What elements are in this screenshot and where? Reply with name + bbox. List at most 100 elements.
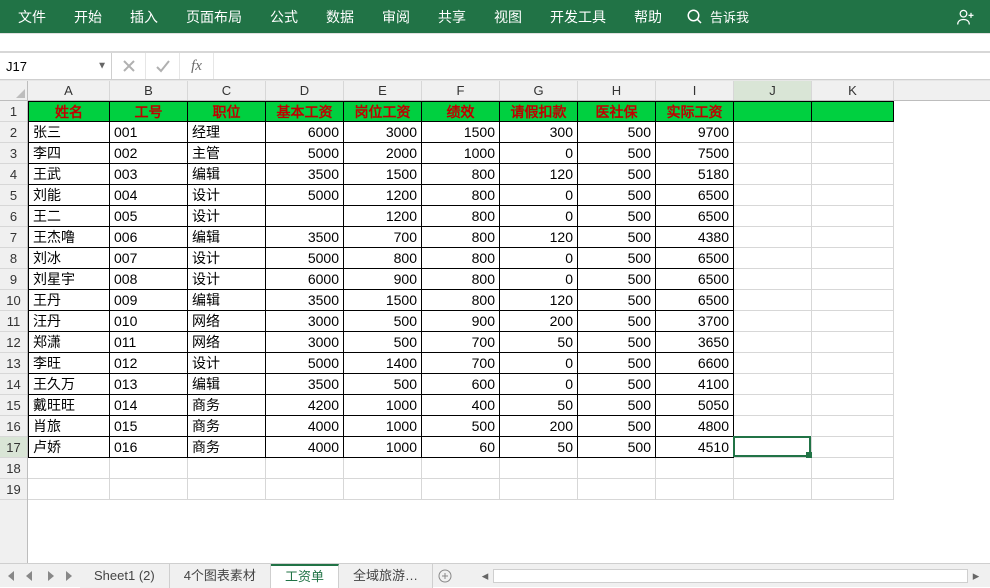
cell[interactable]: 设计 <box>188 185 266 206</box>
cell[interactable] <box>812 164 894 185</box>
row-header-11[interactable]: 11 <box>0 311 27 332</box>
cell[interactable]: 设计 <box>188 353 266 374</box>
cell[interactable] <box>422 458 500 479</box>
column-header-D[interactable]: D <box>266 81 344 100</box>
cell[interactable]: 经理 <box>188 122 266 143</box>
cell[interactable]: 0 <box>500 353 578 374</box>
column-header-A[interactable]: A <box>28 81 110 100</box>
row-header-10[interactable]: 10 <box>0 290 27 311</box>
cell[interactable]: 900 <box>344 269 422 290</box>
cell[interactable] <box>734 479 812 500</box>
cell[interactable]: 6500 <box>656 269 734 290</box>
cell[interactable] <box>812 101 894 122</box>
cell[interactable]: 500 <box>344 332 422 353</box>
cell[interactable]: 编辑 <box>188 290 266 311</box>
cell[interactable]: 014 <box>110 395 188 416</box>
cell[interactable]: 1500 <box>422 122 500 143</box>
cell[interactable]: 500 <box>578 227 656 248</box>
cell[interactable] <box>812 437 894 458</box>
cell[interactable] <box>28 458 110 479</box>
cell[interactable]: 500 <box>578 248 656 269</box>
cell[interactable]: 5000 <box>266 185 344 206</box>
row-header-12[interactable]: 12 <box>0 332 27 353</box>
cell[interactable] <box>110 458 188 479</box>
cell[interactable]: 3000 <box>266 311 344 332</box>
row-header-17[interactable]: 17 <box>0 437 27 458</box>
tell-me-search[interactable]: 告诉我 <box>676 7 759 26</box>
cell[interactable]: 商务 <box>188 416 266 437</box>
cell[interactable]: 3000 <box>266 332 344 353</box>
cell[interactable]: 刘冰 <box>28 248 110 269</box>
cell[interactable]: 0 <box>500 269 578 290</box>
cell[interactable]: 800 <box>422 164 500 185</box>
row-header-5[interactable]: 5 <box>0 185 27 206</box>
cell[interactable]: 李四 <box>28 143 110 164</box>
cell[interactable] <box>734 311 812 332</box>
cell[interactable]: 007 <box>110 248 188 269</box>
ribbon-tab-公式[interactable]: 公式 <box>256 0 312 33</box>
cell[interactable]: 医社保 <box>578 101 656 122</box>
cell[interactable] <box>734 143 812 164</box>
cell[interactable]: 003 <box>110 164 188 185</box>
cell[interactable]: 800 <box>422 227 500 248</box>
cell[interactable]: 200 <box>500 416 578 437</box>
sheet-tab[interactable]: 4个图表素材 <box>170 564 271 588</box>
cell[interactable]: 汪丹 <box>28 311 110 332</box>
cell[interactable]: 700 <box>422 332 500 353</box>
cell[interactable] <box>812 332 894 353</box>
cell[interactable]: 60 <box>422 437 500 458</box>
sheet-tab[interactable]: Sheet1 (2) <box>80 564 170 588</box>
cell[interactable]: 6000 <box>266 122 344 143</box>
cell[interactable] <box>734 227 812 248</box>
cell[interactable] <box>812 290 894 311</box>
cell[interactable]: 7500 <box>656 143 734 164</box>
name-box-input[interactable] <box>6 59 86 74</box>
cell[interactable]: 3500 <box>266 227 344 248</box>
cell[interactable]: 008 <box>110 269 188 290</box>
cell[interactable] <box>812 248 894 269</box>
row-header-3[interactable]: 3 <box>0 143 27 164</box>
cell[interactable]: 1000 <box>344 416 422 437</box>
cell[interactable]: 4000 <box>266 437 344 458</box>
cell[interactable]: 200 <box>500 311 578 332</box>
cell[interactable]: 刘星宇 <box>28 269 110 290</box>
cell[interactable] <box>812 206 894 227</box>
cell[interactable]: 800 <box>422 290 500 311</box>
cell[interactable]: 1000 <box>344 437 422 458</box>
cell[interactable]: 刘能 <box>28 185 110 206</box>
cell[interactable] <box>812 227 894 248</box>
cell[interactable]: 3650 <box>656 332 734 353</box>
cell[interactable]: 005 <box>110 206 188 227</box>
cell[interactable]: 600 <box>422 374 500 395</box>
cell[interactable]: 工号 <box>110 101 188 122</box>
ribbon-tab-数据[interactable]: 数据 <box>312 0 368 33</box>
cell[interactable]: 500 <box>578 185 656 206</box>
cancel-formula-button[interactable] <box>112 53 146 79</box>
cell[interactable]: 2000 <box>344 143 422 164</box>
row-header-2[interactable]: 2 <box>0 122 27 143</box>
cell[interactable]: 3500 <box>266 164 344 185</box>
cell[interactable]: 王武 <box>28 164 110 185</box>
cell[interactable]: 绩效 <box>422 101 500 122</box>
cell[interactable]: 张三 <box>28 122 110 143</box>
cell[interactable]: 300 <box>500 122 578 143</box>
column-header-J[interactable]: J <box>734 81 812 100</box>
cell[interactable]: 500 <box>578 122 656 143</box>
cell[interactable] <box>266 458 344 479</box>
cell[interactable] <box>656 479 734 500</box>
column-header-C[interactable]: C <box>188 81 266 100</box>
cell[interactable]: 500 <box>578 395 656 416</box>
cell[interactable]: 500 <box>578 290 656 311</box>
cell[interactable] <box>812 143 894 164</box>
ribbon-tab-页面布局[interactable]: 页面布局 <box>172 0 256 33</box>
cell[interactable]: 1200 <box>344 206 422 227</box>
cell[interactable]: 006 <box>110 227 188 248</box>
cell[interactable]: 800 <box>422 206 500 227</box>
cell[interactable]: 王二 <box>28 206 110 227</box>
row-header-18[interactable]: 18 <box>0 458 27 479</box>
share-button[interactable] <box>946 7 986 27</box>
cell[interactable]: 500 <box>422 416 500 437</box>
column-header-B[interactable]: B <box>110 81 188 100</box>
cell[interactable] <box>812 353 894 374</box>
row-header-1[interactable]: 1 <box>0 101 27 122</box>
